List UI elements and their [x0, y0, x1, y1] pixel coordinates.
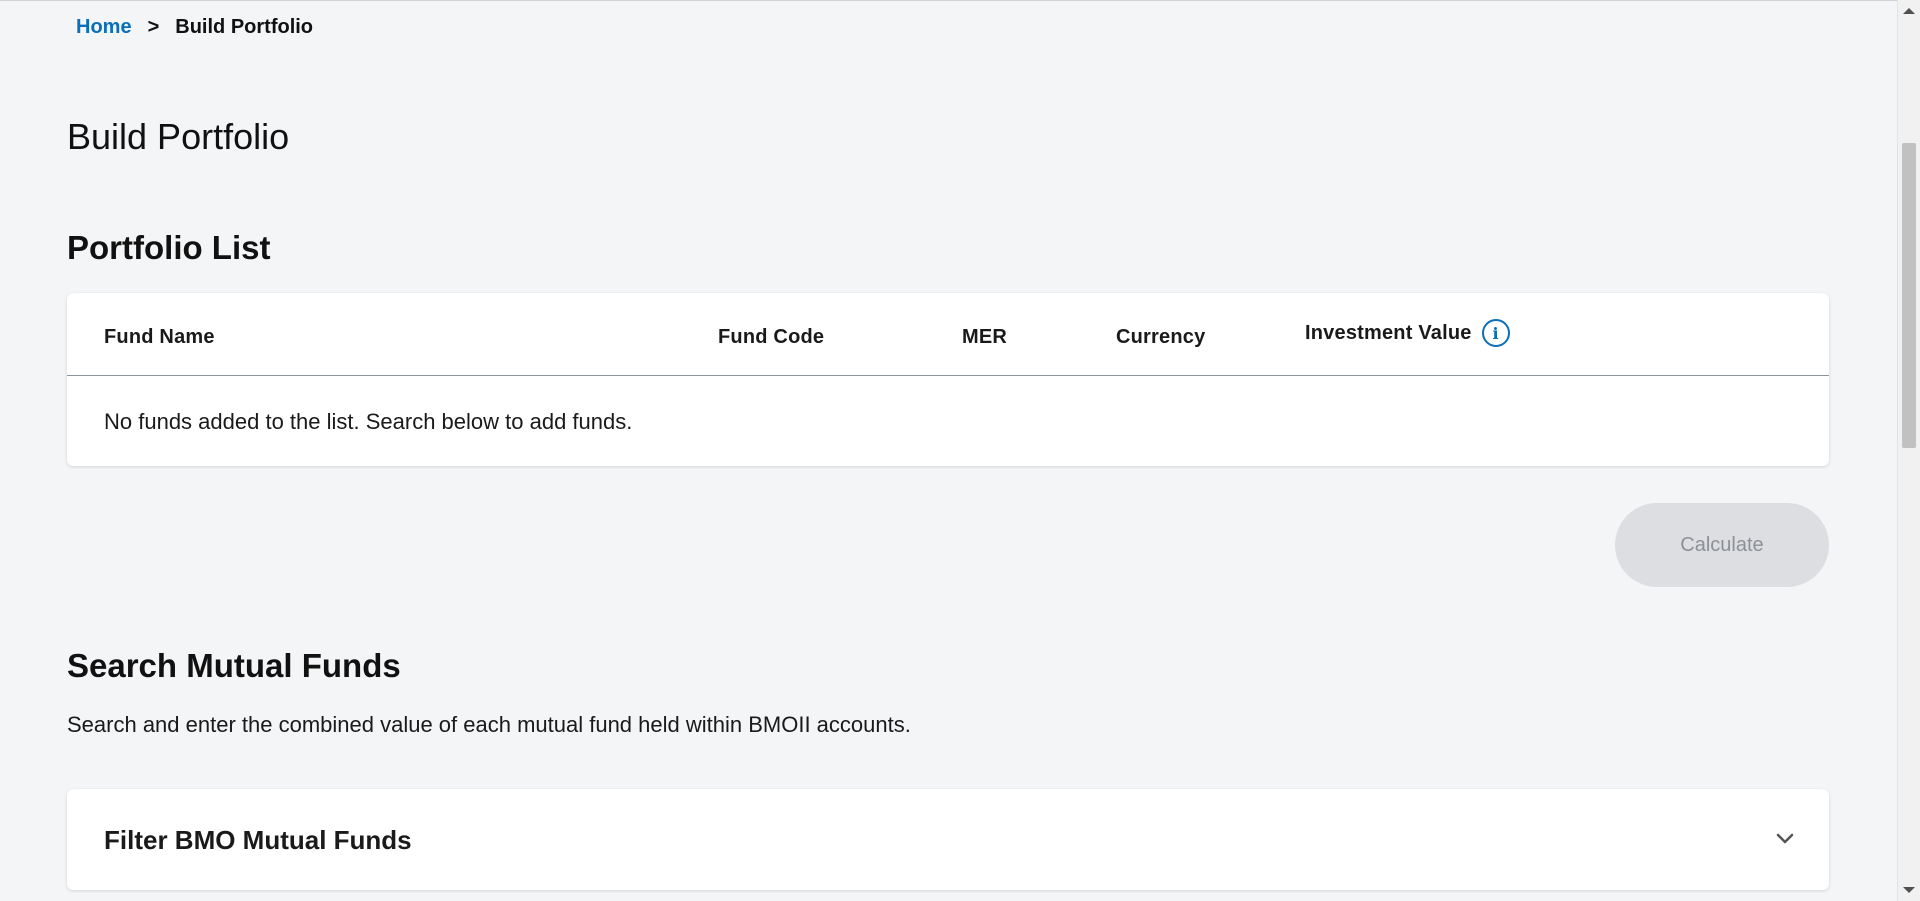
search-description: Search and enter the combined value of e…	[67, 712, 911, 737]
column-mer: MER	[962, 326, 1008, 348]
search-mutual-funds-title: Search Mutual Funds	[67, 647, 401, 685]
chevron-down-icon	[1776, 833, 1794, 844]
column-fund-code: Fund Code	[718, 326, 825, 348]
page: Home > Build Portfolio Build Portfolio P…	[0, 0, 1898, 901]
column-investment-value-label: Investment Value	[1305, 321, 1472, 344]
scroll-up-arrow-icon[interactable]	[1903, 8, 1915, 14]
top-border	[0, 0, 1898, 5]
portfolio-list-title: Portfolio List	[67, 229, 271, 267]
scroll-down-arrow-icon[interactable]	[1903, 887, 1915, 893]
column-investment-value: Investment Value i	[1305, 319, 1510, 347]
page-title: Build Portfolio	[67, 116, 290, 158]
column-fund-name: Fund Name	[104, 326, 215, 348]
vertical-scrollbar[interactable]	[1897, 0, 1920, 901]
info-icon[interactable]: i	[1481, 319, 1510, 347]
scrollbar-thumb[interactable]	[1902, 143, 1916, 448]
calculate-button[interactable]: Calculate	[1615, 503, 1829, 587]
breadcrumb-current: Build Portfolio	[175, 16, 314, 38]
table-header: Fund Name Fund Code MER Currency Investm…	[67, 293, 1829, 376]
filter-accordion[interactable]: Filter BMO Mutual Funds	[67, 789, 1829, 890]
filter-accordion-title: Filter BMO Mutual Funds	[104, 825, 412, 855]
column-currency: Currency	[1116, 326, 1206, 348]
breadcrumb-separator: >	[147, 16, 160, 38]
breadcrumb-home-link[interactable]: Home	[76, 16, 132, 39]
portfolio-table: Fund Name Fund Code MER Currency Investm…	[67, 293, 1829, 466]
table-empty-message: No funds added to the list. Search below…	[104, 409, 633, 434]
breadcrumb: Home > Build Portfolio	[76, 16, 313, 39]
